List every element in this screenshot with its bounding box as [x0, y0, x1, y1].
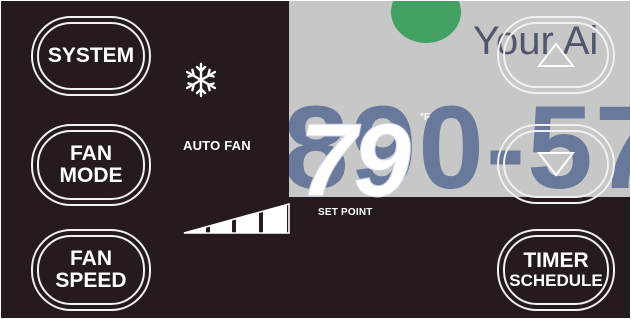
triangle-down-icon — [537, 152, 575, 177]
fan-speed-label-line2: SPEED — [55, 269, 127, 292]
fan-mode-button-label: FAN MODE — [33, 141, 149, 187]
system-button[interactable]: SYSTEM — [31, 16, 151, 96]
fan-mode-label-line1: FAN — [70, 141, 112, 165]
fan-status-label: AUTO FAN — [183, 138, 251, 153]
snowflake-icon — [185, 62, 217, 98]
timer-label-line1: TIMER — [523, 249, 589, 273]
speed-bar-2 — [210, 220, 232, 233]
triangle-up-icon — [537, 42, 575, 67]
speed-bar-4 — [263, 205, 287, 233]
increase-button[interactable] — [497, 16, 615, 94]
fan-speed-indicator — [183, 202, 290, 234]
fan-speed-button-label: FAN SPEED — [33, 246, 149, 292]
fan-speed-button[interactable]: FAN SPEED — [31, 229, 151, 311]
system-button-label: SYSTEM — [47, 43, 135, 67]
timer-schedule-button-label: TIMER SCHEDULE — [499, 250, 613, 290]
timer-schedule-button[interactable]: TIMER SCHEDULE — [497, 229, 615, 311]
fan-mode-label-line2: MODE — [59, 164, 123, 187]
fan-speed-label-line1: FAN — [70, 246, 112, 270]
set-point-label: SET POINT — [318, 207, 373, 218]
decrease-button[interactable] — [497, 124, 615, 204]
set-point-digits: 79 — [299, 106, 413, 204]
set-point-value: 79 — [299, 106, 411, 204]
temperature-unit: °F — [420, 112, 431, 123]
fan-mode-button[interactable]: FAN MODE — [31, 124, 151, 206]
timer-label-line2: SCHEDULE — [509, 271, 603, 291]
background-logo-shape — [391, 1, 461, 43]
thermostat-panel: Your Ai 890-57 SYSTEM FAN MODE FAN SPEED — [1, 1, 630, 318]
